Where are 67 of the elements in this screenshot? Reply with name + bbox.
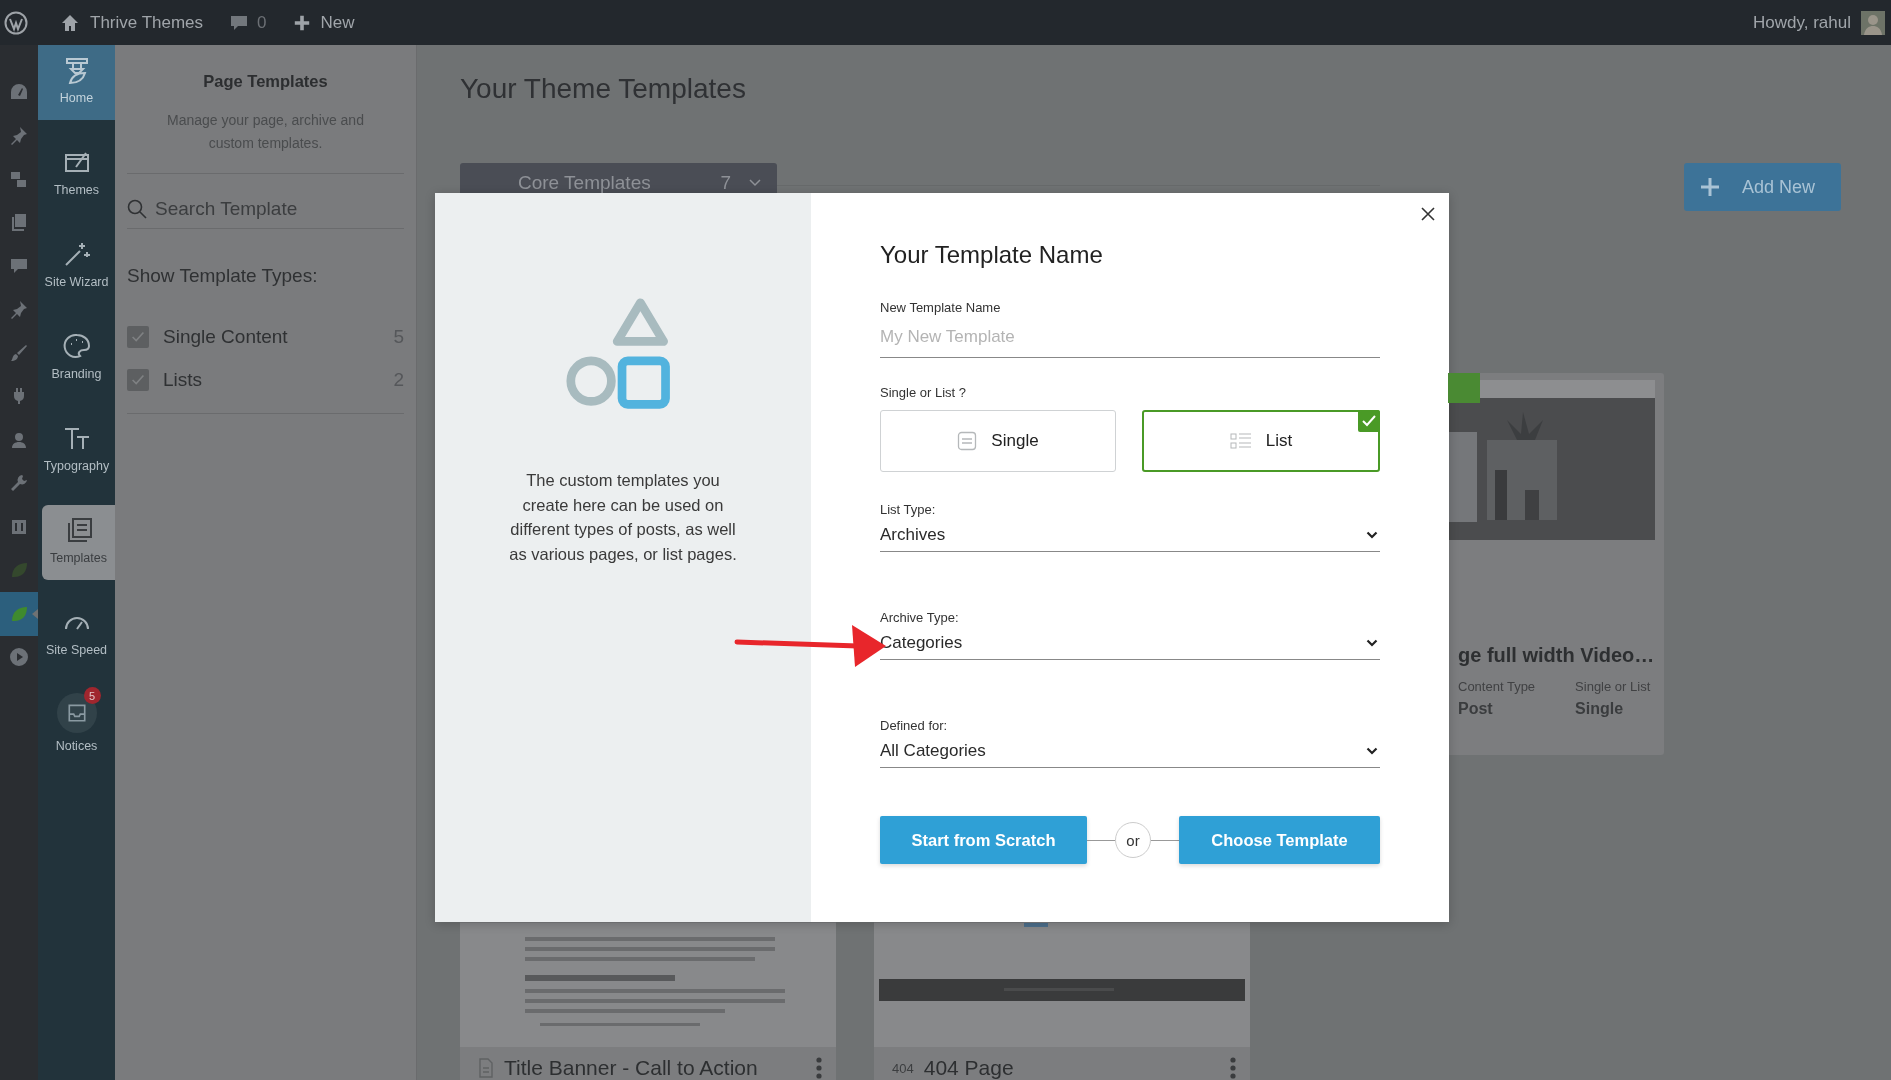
dialog-description: The custom templates you create here can be used on different types of posts, as well as various pages, or list pages. xyxy=(508,470,738,565)
nav-item[interactable]: Themes xyxy=(38,137,115,212)
meta-value: Post xyxy=(1458,700,1494,718)
field-label: Defined for: xyxy=(880,718,949,733)
card-title: 404 Page xyxy=(923,1056,1015,1080)
brush-icon xyxy=(9,342,29,363)
nav-item[interactable]: Site Wizard xyxy=(38,229,115,304)
meta-label: Content Type xyxy=(1458,679,1536,694)
notification-badge: 5 xyxy=(83,687,101,704)
document-icon xyxy=(478,1058,494,1078)
admin-menu-item[interactable] xyxy=(0,592,38,636)
list-icon xyxy=(1229,432,1252,450)
nav-item[interactable]: Typography xyxy=(38,413,115,488)
home-icon[interactable] xyxy=(60,12,80,33)
more-options-icon[interactable] xyxy=(1230,1057,1236,1079)
field-label: List Type: xyxy=(880,502,937,517)
play-icon xyxy=(9,647,29,668)
document-icon xyxy=(957,431,978,451)
greeting-link[interactable]: Howdy, rahul xyxy=(1753,12,1851,33)
dropdown-field[interactable]: Archives xyxy=(880,517,1380,552)
chevron-down-icon xyxy=(1366,639,1378,647)
chevron-down-icon xyxy=(749,179,761,187)
nav-item[interactable]: Home xyxy=(38,45,115,120)
more-options-icon[interactable] xyxy=(816,1057,822,1079)
site-name-link[interactable]: Thrive Themes xyxy=(90,12,204,33)
dashboard-icon xyxy=(9,81,29,102)
panel-title: Page Templates xyxy=(202,72,329,91)
pin-icon xyxy=(9,299,29,320)
nav-item[interactable]: Branding xyxy=(38,321,115,396)
checkbox[interactable] xyxy=(127,368,149,391)
dropdown-field[interactable]: All Categories xyxy=(880,733,1380,768)
card-title: Title Banner - Call to Action xyxy=(504,1056,759,1080)
check-icon xyxy=(1358,410,1380,432)
meta-label: Single or List xyxy=(1575,679,1651,694)
plus-icon xyxy=(1699,177,1720,197)
nav-item[interactable]: Templates xyxy=(42,505,115,580)
field-label: New Template Name xyxy=(880,300,1002,315)
dropdown-field[interactable]: Categories xyxy=(880,625,1380,660)
field-label: Single or List ? xyxy=(880,385,967,400)
section-heading: Show Template Types: xyxy=(127,265,319,287)
search-field[interactable]: Search Template xyxy=(155,198,395,220)
new-link[interactable]: New xyxy=(320,12,355,33)
type-label: Single Content xyxy=(163,325,289,348)
status-badge xyxy=(1448,373,1480,403)
palette-icon xyxy=(61,331,92,361)
plus-icon[interactable] xyxy=(292,13,311,32)
chevron-down-icon xyxy=(1366,531,1378,539)
choice-card[interactable]: List xyxy=(1142,410,1380,472)
meta-value: Single xyxy=(1575,700,1625,718)
chevron-down-icon xyxy=(1366,747,1378,755)
wordpress-logo-icon[interactable] xyxy=(4,10,28,35)
field-label: Archive Type: xyxy=(880,610,960,625)
type-label: Lists xyxy=(163,368,204,391)
dialog-title: Your Template Name xyxy=(880,241,1104,269)
nav-item[interactable]: Site Speed xyxy=(38,597,115,672)
card-title: ge full width Video… xyxy=(1458,644,1655,667)
pages-icon xyxy=(9,212,29,233)
page-title: Your Theme Templates xyxy=(460,73,747,105)
wrench-icon xyxy=(9,473,29,494)
choice-card[interactable]: Single xyxy=(880,410,1116,472)
checkbox[interactable] xyxy=(127,325,149,348)
nav-item[interactable]: 5 Notices xyxy=(38,689,115,764)
avatar-icon[interactable] xyxy=(1861,10,1885,35)
pin-icon xyxy=(9,125,29,146)
type-label: 404 xyxy=(892,1060,914,1076)
search-icon xyxy=(127,199,147,219)
tray-icon xyxy=(65,702,88,724)
